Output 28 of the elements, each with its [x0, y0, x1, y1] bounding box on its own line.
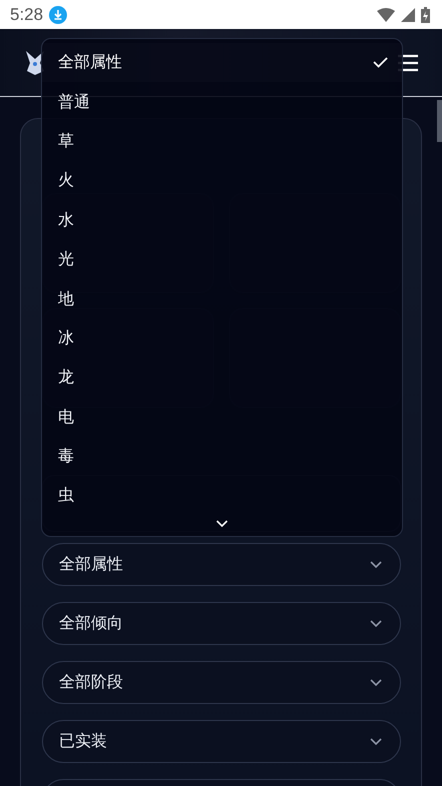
- dropdown-option[interactable]: 毒: [42, 436, 402, 476]
- dropdown-option[interactable]: 水: [42, 200, 402, 240]
- scroll-down-icon: [216, 520, 228, 527]
- dropdown-option[interactable]: 地: [42, 279, 402, 319]
- chevron-down-icon: [370, 738, 382, 745]
- filter-select[interactable]: 全部属性: [42, 543, 401, 586]
- wifi-icon: [377, 8, 395, 22]
- download-icon: [49, 6, 68, 24]
- chevron-down-icon: [370, 561, 382, 568]
- dropdown-option[interactable]: 全部属性: [42, 43, 402, 82]
- dropdown-option[interactable]: 光: [42, 240, 402, 280]
- battery-icon: [421, 6, 430, 22]
- dropdown-option[interactable]: 草: [42, 122, 402, 162]
- dropdown-option[interactable]: 虫: [42, 476, 402, 516]
- filter-select[interactable]: 全部倾向: [42, 602, 401, 645]
- scrollbar: [437, 100, 442, 142]
- check-icon: [373, 57, 388, 68]
- filter-select[interactable]: 全部阶段: [42, 661, 401, 704]
- dropdown-option[interactable]: 电: [42, 398, 402, 437]
- dropdown-option[interactable]: 龙: [42, 358, 402, 398]
- signal-icon: [401, 8, 415, 22]
- filter-select[interactable]: 已实装: [42, 720, 401, 763]
- chevron-down-icon: [370, 620, 382, 627]
- dropdown-option[interactable]: 普通: [42, 82, 402, 122]
- chevron-down-icon: [370, 679, 382, 686]
- status-time: 5:28: [10, 4, 44, 24]
- dropdown-option[interactable]: 火: [42, 161, 402, 201]
- dropdown-option[interactable]: 冰: [42, 318, 402, 358]
